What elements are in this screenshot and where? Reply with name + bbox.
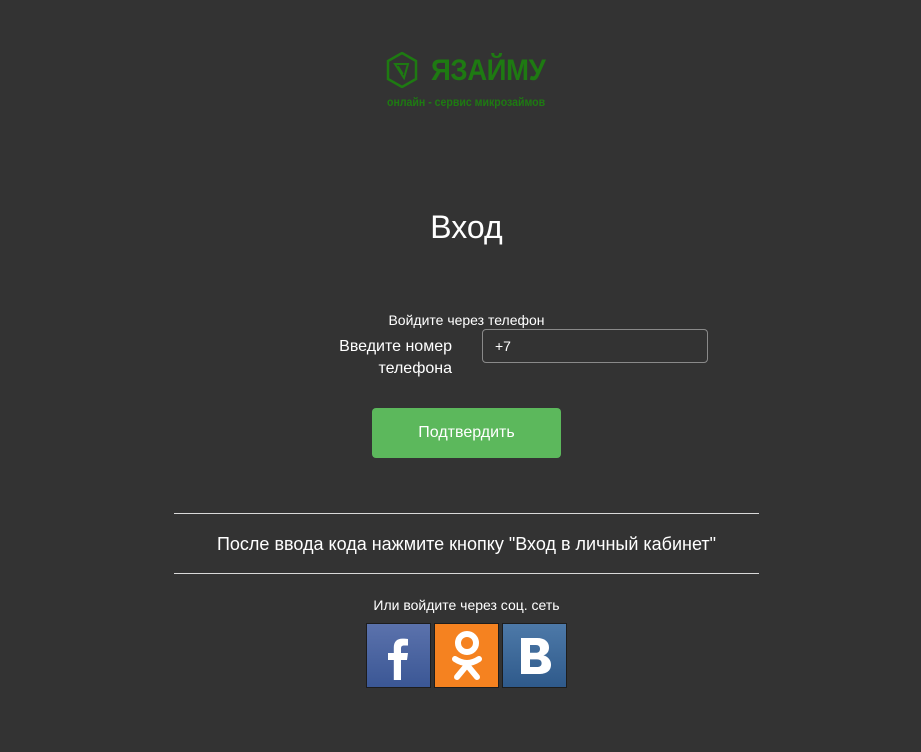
vk-login-button[interactable] — [502, 623, 567, 688]
brand-tagline: онлайн - сервис микрозаймов — [387, 95, 546, 109]
brand-logo[interactable]: ЯЗАЙМУ онлайн - сервис микрозаймов — [386, 51, 556, 113]
phone-input[interactable] — [482, 329, 708, 363]
divider — [174, 513, 759, 514]
confirm-button[interactable]: Подтвердить — [372, 408, 561, 458]
odnoklassniki-icon — [451, 630, 482, 680]
social-login-buttons — [366, 623, 567, 689]
social-login-hint: Или войдите через соц. сеть — [373, 597, 560, 613]
code-instruction-note: После ввода кода нажмите кнопку "Вход в … — [216, 534, 717, 554]
phone-login-hint: Войдите через телефон — [388, 312, 545, 328]
odnoklassniki-login-button[interactable] — [434, 623, 499, 688]
facebook-icon — [387, 638, 408, 680]
facebook-login-button[interactable] — [366, 623, 431, 688]
brand-name: ЯЗАЙМУ — [431, 54, 546, 87]
phone-field-label: Введите номер телефона — [339, 338, 452, 377]
page-title: Вход — [430, 209, 503, 245]
divider — [174, 573, 759, 574]
vk-icon — [520, 637, 551, 674]
shield-leaf-icon — [386, 52, 418, 88]
